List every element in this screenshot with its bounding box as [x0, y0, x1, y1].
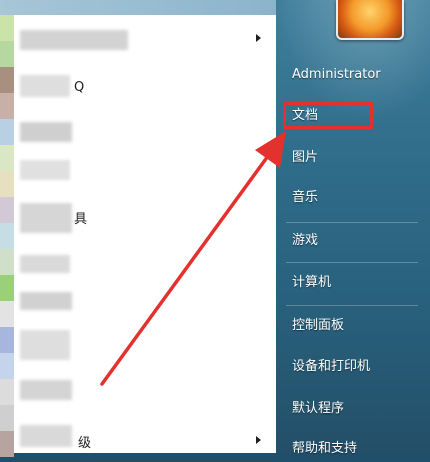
menu-item-help-support[interactable]: 帮助和支持	[292, 436, 422, 462]
program-item-blurred[interactable]	[20, 30, 128, 50]
program-item-blurred[interactable]	[20, 292, 72, 310]
menu-item-games[interactable]: 游戏	[292, 228, 422, 254]
menu-item-computer[interactable]: 计算机	[292, 270, 422, 296]
menu-item-control-panel[interactable]: 控制面板	[292, 313, 422, 339]
menu-separator	[286, 305, 418, 306]
program-item-text: Q	[74, 80, 85, 95]
program-item-blurred[interactable]	[20, 330, 70, 360]
program-item-blurred[interactable]	[20, 160, 70, 180]
user-picture-icon[interactable]	[336, 0, 404, 40]
user-name-link[interactable]: Administrator	[292, 62, 422, 88]
program-item-blurred[interactable]	[20, 380, 72, 400]
program-item-blurred[interactable]	[20, 425, 72, 447]
menu-item-default-programs[interactable]: 默认程序	[292, 396, 422, 422]
menu-item-devices-printers[interactable]: 设备和打印机	[292, 354, 422, 380]
program-item-blurred[interactable]	[20, 75, 70, 97]
menu-item-music[interactable]: 音乐	[292, 185, 422, 211]
menu-item-pictures[interactable]: 图片	[292, 145, 422, 171]
program-icons-strip	[0, 15, 14, 457]
program-item-blurred[interactable]	[20, 203, 72, 233]
taskbar-glass-edge	[0, 0, 276, 15]
submenu-arrow-icon	[256, 436, 261, 444]
program-item-blurred[interactable]	[20, 255, 70, 273]
program-item-blurred[interactable]	[20, 122, 72, 142]
menu-separator	[286, 262, 418, 263]
highlight-box	[283, 102, 373, 129]
menu-separator	[286, 222, 418, 223]
submenu-arrow-icon	[256, 34, 261, 42]
program-item-text: 级	[78, 436, 92, 451]
program-item-text: 具	[74, 212, 88, 227]
